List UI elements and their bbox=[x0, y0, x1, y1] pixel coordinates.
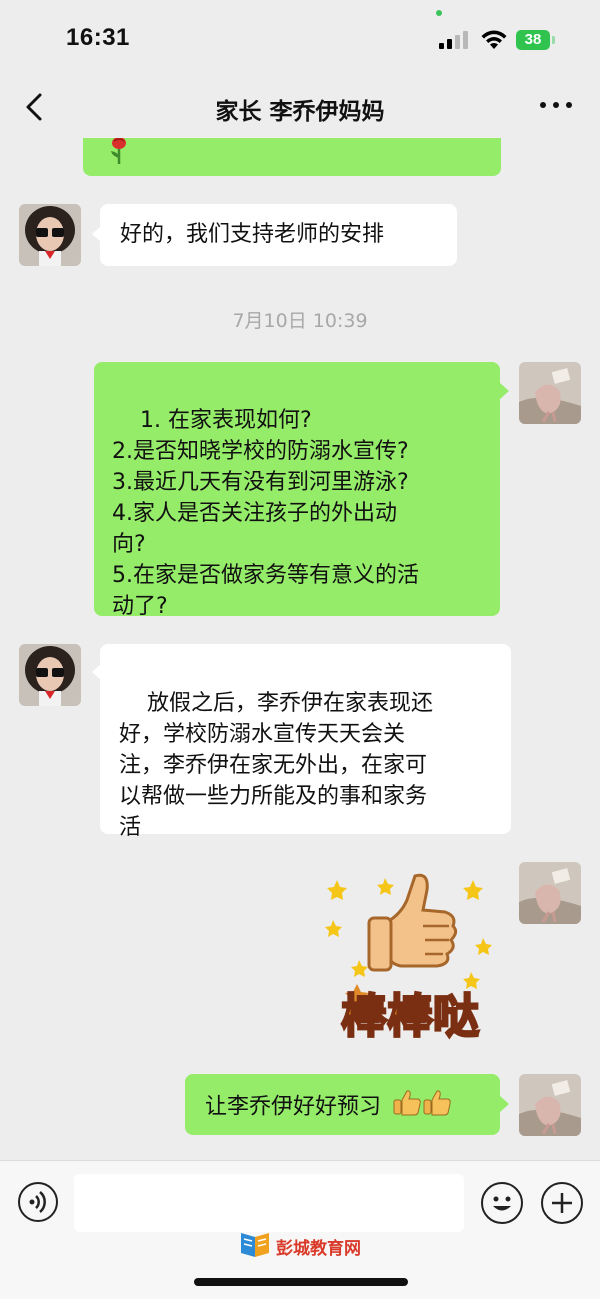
privacy-indicator-dot bbox=[436, 10, 442, 16]
watermark: 彭城教育网 bbox=[238, 1231, 368, 1261]
sent-message-bubble[interactable]: 1. 在家表现如何? 2.是否知晓学校的防溺水宣传? 3.最近几天有没有到河里游… bbox=[94, 362, 500, 619]
chat-title: 家长 李乔伊妈妈 bbox=[215, 99, 385, 125]
thumbs-up-emoji-icon bbox=[392, 1089, 452, 1126]
message-input[interactable] bbox=[74, 1174, 464, 1232]
add-attachment-icon[interactable] bbox=[541, 1182, 583, 1224]
input-bar: 彭城教育网 bbox=[0, 1160, 600, 1299]
home-indicator bbox=[194, 1278, 408, 1286]
message-text: 1. 在家表现如何? 2.是否知晓学校的防溺水宣传? 3.最近几天有没有到河里游… bbox=[112, 408, 419, 619]
battery-tip bbox=[552, 36, 555, 44]
message-text: 好的，我们支持老师的安排 bbox=[120, 222, 385, 247]
battery-indicator: 38 bbox=[516, 30, 550, 50]
my-avatar[interactable] bbox=[519, 862, 581, 924]
bubble-tail bbox=[500, 1096, 509, 1112]
emoji-icon[interactable] bbox=[481, 1182, 523, 1224]
message-text: 让李乔伊好好预习 bbox=[205, 1094, 382, 1120]
watermark-text: 彭城教育网 bbox=[276, 1239, 361, 1259]
contact-avatar[interactable] bbox=[19, 204, 81, 266]
voice-input-icon[interactable] bbox=[18, 1182, 58, 1222]
previous-message-bubble[interactable] bbox=[83, 138, 501, 176]
watermark-logo-icon bbox=[241, 1233, 269, 1257]
bubble-tail bbox=[500, 383, 509, 399]
thumbs-up-sticker[interactable]: 棒棒哒 bbox=[315, 860, 505, 1050]
status-bar: 16:31 38 bbox=[0, 0, 600, 80]
message-list[interactable]: 好的，我们支持老师的安排 7月10日 10:39 1. 在家表现如何? 2.是否… bbox=[0, 138, 600, 1160]
received-message-bubble[interactable]: 好的，我们支持老师的安排 bbox=[100, 204, 457, 266]
received-message-bubble[interactable]: 放假之后，李乔伊在家表现还 好，学校防溺水宣传天天会关 注，李乔伊在家无外出，在… bbox=[100, 644, 511, 840]
thumbs-up-icon: 棒棒哒 bbox=[325, 873, 492, 1044]
my-avatar[interactable] bbox=[519, 1074, 581, 1136]
rose-icon bbox=[111, 138, 126, 164]
more-options-icon[interactable] bbox=[540, 102, 572, 110]
message-text: 放假之后，李乔伊在家表现还 好，学校防溺水宣传天天会关 注，李乔伊在家无外出，在… bbox=[119, 691, 433, 840]
my-avatar[interactable] bbox=[519, 362, 581, 424]
sticker-text: 棒棒哒 bbox=[341, 989, 479, 1043]
status-time: 16:31 bbox=[66, 24, 130, 51]
chat-header: 家长 李乔伊妈妈 bbox=[0, 80, 600, 136]
sent-message-bubble[interactable]: 让李乔伊好好预习 bbox=[185, 1074, 500, 1135]
wifi-icon bbox=[481, 30, 507, 49]
message-timestamp: 7月10日 10:39 bbox=[232, 310, 368, 332]
cellular-signal-icon bbox=[439, 31, 469, 49]
contact-avatar[interactable] bbox=[19, 644, 81, 706]
